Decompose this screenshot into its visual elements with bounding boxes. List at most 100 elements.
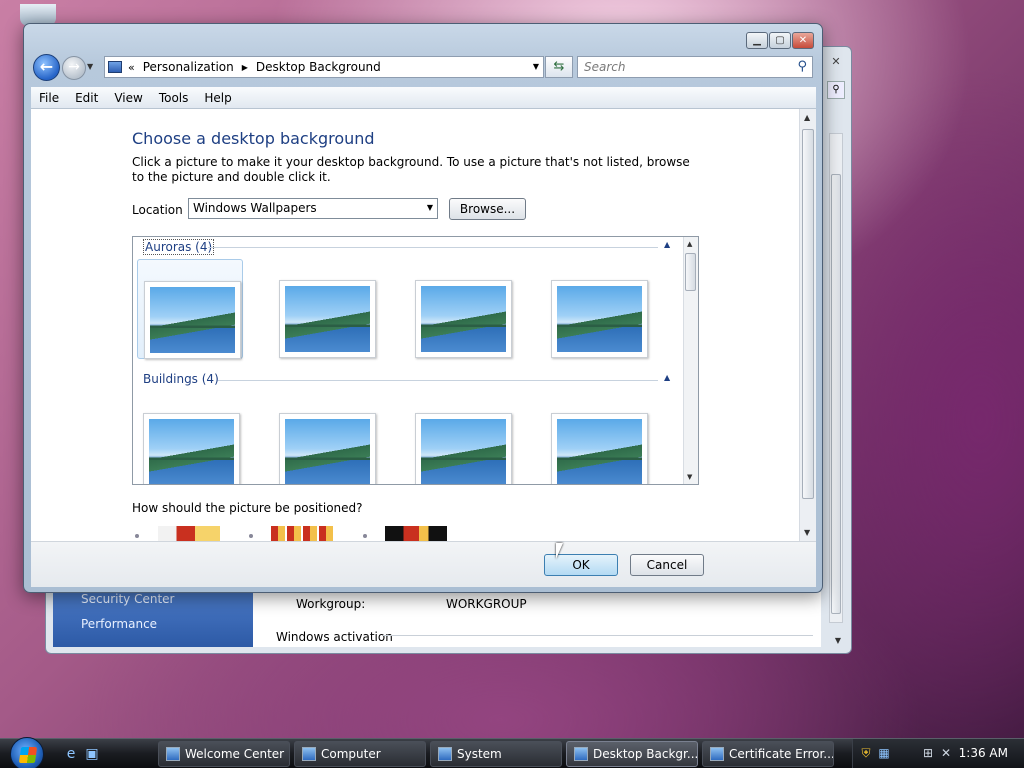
group-header-buildings[interactable]: Buildings (4) — [143, 372, 219, 386]
menu-file[interactable]: File — [31, 91, 67, 105]
system-details: Workgroup: WORKGROUP Windows activation — [253, 592, 821, 647]
dialog-footer: OK Cancel — [31, 541, 816, 587]
task-computer[interactable]: Computer — [294, 741, 426, 767]
chevron-down-icon[interactable]: ▼ — [427, 203, 433, 212]
search-icon[interactable]: ⚲ — [797, 59, 807, 74]
task-certificate-error[interactable]: Certificate Error... — [702, 741, 834, 767]
wallpaper-gallery[interactable]: Auroras (4) ▲ Buildings (4) ▲ ▲ ▼ — [132, 236, 699, 485]
menu-edit[interactable]: Edit — [67, 91, 106, 105]
task-pane: Security Center Performance — [53, 592, 253, 647]
scroll-down-arrow-icon[interactable]: ▼ — [687, 473, 692, 481]
group-divider — [208, 247, 658, 248]
scroll-up-arrow-icon[interactable]: ▲ — [687, 240, 692, 248]
breadcrumb-desktop-background[interactable]: Desktop Background — [256, 60, 381, 74]
maximize-button[interactable]: ▢ — [769, 32, 791, 49]
position-fit-option[interactable] — [158, 526, 220, 541]
position-radio[interactable] — [249, 534, 253, 538]
scroll-down-arrow-icon[interactable]: ▼ — [804, 528, 810, 537]
address-bar[interactable]: « Personalization ▶ Desktop Background ▼ — [104, 56, 544, 78]
position-center-option[interactable] — [385, 526, 447, 541]
search-icon[interactable]: ⚲ — [827, 81, 845, 99]
wallpaper-thumbnail[interactable] — [137, 392, 243, 484]
wallpaper-thumbnail[interactable] — [137, 259, 243, 359]
wallpaper-thumbnail[interactable] — [409, 259, 515, 359]
search-input[interactable]: Search ⚲ — [577, 56, 813, 78]
wallpaper-image[interactable] — [143, 413, 240, 484]
wallpaper-thumbnail[interactable] — [273, 392, 379, 484]
task-welcome-center[interactable]: Welcome Center — [158, 741, 290, 767]
scroll-up-arrow-icon[interactable]: ▲ — [804, 113, 810, 122]
scroll-thumb[interactable] — [802, 129, 814, 499]
breadcrumb-personalization[interactable]: Personalization — [143, 60, 234, 74]
menu-view[interactable]: View — [106, 91, 150, 105]
forward-arrow-icon[interactable]: → — [62, 56, 86, 80]
divider — [383, 635, 813, 636]
internet-explorer-icon — [710, 747, 724, 761]
workgroup-label: Workgroup: — [296, 597, 366, 611]
position-radio[interactable] — [135, 534, 139, 538]
security-shield-icon[interactable]: ⛨ — [859, 746, 873, 760]
close-button[interactable]: ✕ — [792, 32, 814, 49]
location-select[interactable]: Windows Wallpapers ▼ — [188, 198, 438, 219]
wallpaper-thumbnail[interactable] — [545, 259, 651, 359]
wallpaper-thumbnail[interactable] — [545, 392, 651, 484]
cancel-button[interactable]: Cancel — [630, 554, 704, 576]
windows-start-icon[interactable] — [10, 737, 44, 768]
scroll-down-arrow-icon[interactable]: ▼ — [835, 636, 841, 645]
gallery-scrollbar[interactable]: ▲ ▼ — [683, 237, 698, 484]
scroll-thumb[interactable] — [685, 253, 696, 291]
group-divider — [218, 380, 658, 381]
security-center-link[interactable]: Security Center — [81, 592, 174, 606]
wallpaper-thumbnail[interactable] — [273, 259, 379, 359]
desktop-background-window[interactable]: ▁ ▢ ✕ ← → ▼ « Personalization ▶ Desktop … — [23, 23, 823, 593]
workgroup-value: WORKGROUP — [446, 597, 527, 611]
recent-pages-dropdown-icon[interactable]: ▼ — [87, 62, 93, 71]
internet-explorer-icon[interactable]: e — [63, 746, 79, 762]
switch-windows-icon[interactable]: ▣ — [84, 746, 100, 762]
breadcrumb-overflow[interactable]: « — [128, 61, 135, 74]
volume-muted-icon[interactable]: ✕ — [939, 746, 953, 760]
breadcrumb-chevron-icon[interactable]: ▶ — [242, 63, 248, 72]
menu-bar: File Edit View Tools Help — [31, 87, 816, 109]
position-tile-option[interactable] — [271, 526, 333, 541]
task-system[interactable]: System — [430, 741, 562, 767]
wallpaper-image[interactable] — [551, 280, 648, 358]
refresh-icon[interactable]: ⇆ — [545, 56, 573, 78]
task-desktop-background[interactable]: Desktop Backgr... — [566, 741, 698, 767]
menu-help[interactable]: Help — [196, 91, 239, 105]
address-dropdown-icon[interactable]: ▼ — [533, 62, 539, 71]
minimize-button[interactable]: ▁ — [746, 32, 768, 49]
group-name: Buildings (4) — [143, 372, 219, 386]
search-placeholder: Search — [584, 60, 626, 74]
network-icon[interactable]: ▦ — [877, 746, 891, 760]
wallpaper-image[interactable] — [279, 280, 376, 358]
position-radio[interactable] — [363, 534, 367, 538]
network-connection-icon[interactable]: ⊞ — [921, 746, 935, 760]
wallpaper-image[interactable] — [279, 413, 376, 484]
wallpaper-image[interactable] — [415, 413, 512, 484]
browse-button[interactable]: Browse... — [449, 198, 526, 220]
collapse-icon[interactable]: ▲ — [664, 240, 670, 249]
group-header-auroras[interactable]: Auroras (4) — [143, 239, 215, 255]
page-description: Click a picture to make it your desktop … — [132, 155, 690, 184]
clock[interactable]: 1:36 AM — [959, 746, 1008, 760]
wallpaper-image[interactable] — [551, 413, 648, 484]
menu-tools[interactable]: Tools — [151, 91, 197, 105]
scroll-thumb[interactable] — [831, 174, 841, 614]
task-label: Computer — [321, 747, 381, 761]
back-arrow-icon[interactable]: ← — [33, 54, 60, 81]
task-label: System — [457, 747, 502, 761]
wallpaper-image[interactable] — [144, 281, 241, 359]
performance-link[interactable]: Performance — [81, 617, 157, 631]
caption-buttons: ▁ ▢ ✕ — [746, 32, 814, 49]
close-icon[interactable]: ✕ — [827, 55, 845, 69]
collapse-icon[interactable]: ▲ — [664, 373, 670, 382]
wallpaper-thumbnail[interactable] — [409, 392, 515, 484]
computer-icon — [302, 747, 316, 761]
page-title: Choose a desktop background — [132, 129, 375, 148]
vertical-scrollbar[interactable] — [829, 133, 843, 623]
content-scrollbar[interactable]: ▲ ▼ — [799, 109, 816, 541]
windows-activation-heading: Windows activation — [276, 630, 393, 644]
wallpaper-image[interactable] — [415, 280, 512, 358]
system-icon — [438, 747, 452, 761]
